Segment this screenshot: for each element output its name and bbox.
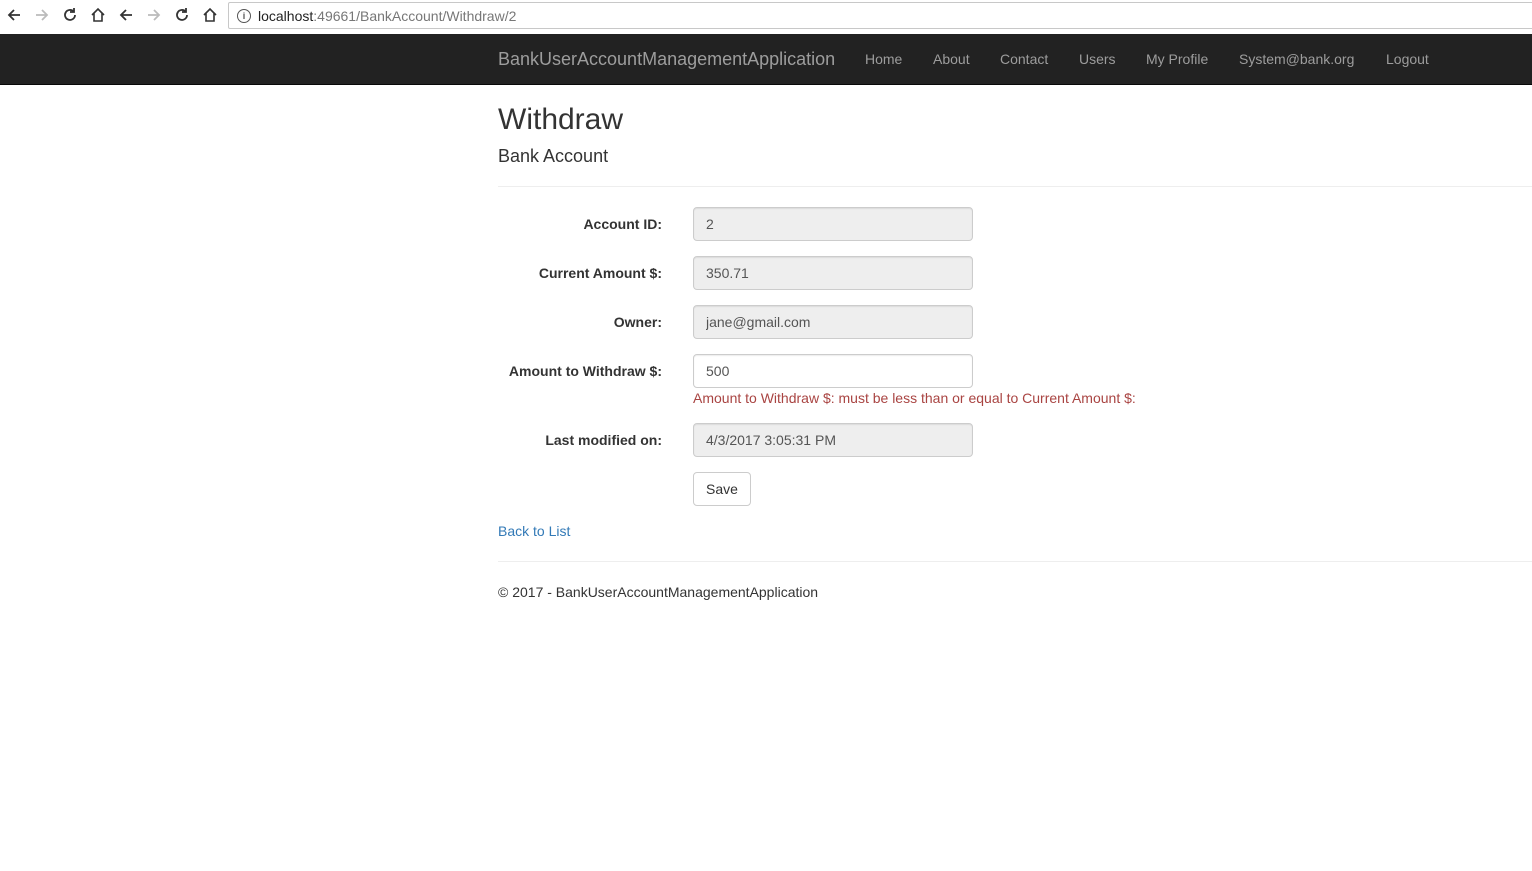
back-arrow-icon[interactable] [3,4,25,26]
back-to-list-link[interactable]: Back to List [498,523,570,539]
footer-divider [498,561,1532,562]
withdraw-amount-label: Amount to Withdraw $: [508,363,662,379]
back-arrow-icon[interactable] [115,4,137,26]
nav-contact[interactable]: Contact [1000,51,1048,67]
current-amount-field [693,256,973,290]
reload-icon[interactable] [171,4,193,26]
top-navbar: BankUserAccountManagementApplication Hom… [0,34,1532,85]
address-bar[interactable]: i localhost:49661/BankAccount/Withdraw/2 [228,2,1532,29]
page-subtitle: Bank Account [498,146,609,166]
forward-arrow-icon[interactable] [31,4,53,26]
page-title: Withdraw [498,103,624,136]
validation-error: Amount to Withdraw $: must be less than … [693,390,1136,406]
navbar-brand[interactable]: BankUserAccountManagementApplication [498,49,835,70]
nav-users[interactable]: Users [1079,51,1116,67]
nav-about[interactable]: About [933,51,970,67]
last-modified-field [693,423,973,457]
withdraw-amount-input[interactable] [693,354,973,388]
save-button[interactable]: Save [693,472,751,506]
owner-label: Owner: [613,314,662,330]
home-icon[interactable] [87,4,109,26]
nav-my-profile[interactable]: My Profile [1146,51,1208,67]
info-icon[interactable]: i [237,8,251,23]
nav-logout[interactable]: Logout [1386,51,1429,67]
address-url[interactable]: localhost:49661/BankAccount/Withdraw/2 [258,8,516,24]
nav-user-email[interactable]: System@bank.org [1239,51,1354,67]
owner-field [693,305,973,339]
current-amount-label: Current Amount $: [538,265,662,281]
url-path: :49661/BankAccount/Withdraw/2 [313,7,517,24]
footer-text: © 2017 - BankUserAccountManagementApplic… [498,584,819,600]
home-icon[interactable] [199,4,221,26]
browser-toolbar: i localhost:49661/BankAccount/Withdraw/2 [0,0,1532,33]
account-id-label: Account ID: [583,216,662,232]
forward-arrow-icon[interactable] [143,4,165,26]
last-modified-label: Last modified on: [545,432,662,448]
url-host: localhost [258,7,314,24]
divider [498,186,1532,187]
nav-home[interactable]: Home [865,51,902,67]
account-id-field [693,207,973,241]
reload-icon[interactable] [59,4,81,26]
